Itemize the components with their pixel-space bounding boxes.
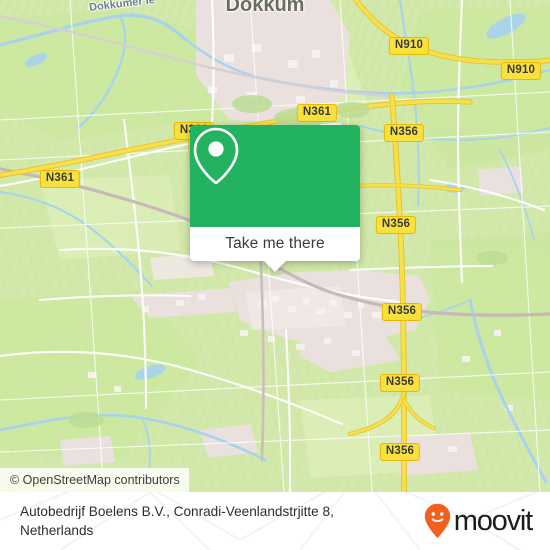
road-shield: N356 [375,216,417,234]
moovit-wordmark: moovit [453,504,533,537]
callout-tail [264,261,286,272]
road-shield: N910 [500,62,542,80]
location-address: Autobedrijf Boelens B.V., Conradi-Veenla… [20,504,334,538]
take-me-there-callout[interactable]: Take me there [190,125,360,272]
map-screenshot-page: Dokkum Dokkumer Ie N910 N910 N361 N356 N361 N… [0,0,550,550]
moovit-smiley-pin-icon [424,503,450,538]
map-label-dokkum: Dokkum [225,0,305,16]
take-me-there-label: Take me there [225,235,325,252]
road-shield: N361 [296,104,338,122]
road-shield: N356 [383,124,425,142]
map-canvas[interactable]: Dokkum Dokkumer Ie N910 N910 N361 N356 N361 N… [0,0,550,492]
footer-bar: Autobedrijf Boelens B.V., Conradi-Veenla… [0,492,550,550]
map-pin-icon [193,127,239,185]
callout-icon-area [190,125,360,227]
road-shield: N361 [39,170,81,188]
road-shield: N356 [381,303,423,321]
callout-action-area[interactable]: Take me there [190,227,360,272]
road-shield: N356 [379,443,421,461]
road-shield: N910 [388,37,430,55]
road-shield: N356 [379,374,421,392]
attribution-text: © OpenStreetMap contributors [10,473,180,487]
moovit-logo[interactable]: moovit [424,503,533,539]
map-attribution[interactable]: © OpenStreetMap contributors [0,468,189,492]
